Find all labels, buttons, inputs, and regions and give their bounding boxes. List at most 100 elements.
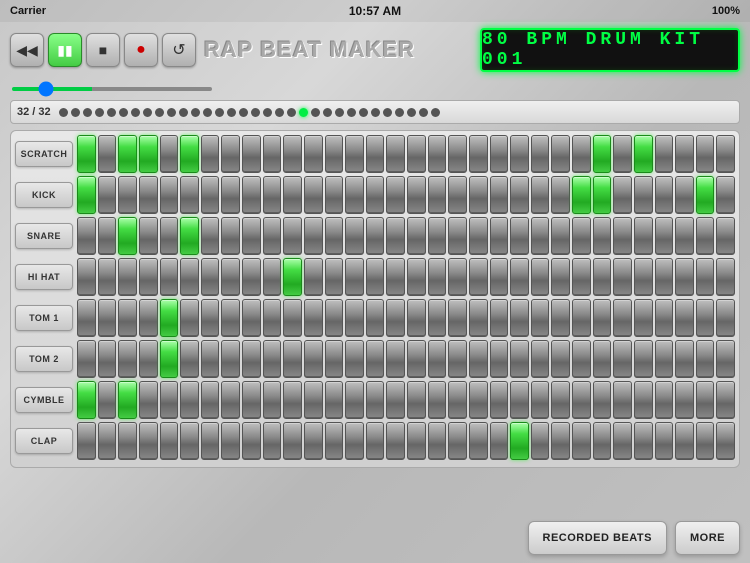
beat-cell[interactable]: [386, 422, 405, 460]
beat-cell[interactable]: [428, 258, 447, 296]
beat-cell[interactable]: [531, 176, 550, 214]
beat-cell[interactable]: [345, 340, 364, 378]
beat-cell[interactable]: [407, 299, 426, 337]
beat-dot[interactable]: [203, 108, 212, 117]
beat-cell[interactable]: [366, 381, 385, 419]
beat-cell[interactable]: [221, 135, 240, 173]
beat-cell[interactable]: [613, 340, 632, 378]
beat-cell[interactable]: [655, 135, 674, 173]
beat-cell[interactable]: [572, 381, 591, 419]
beat-cell[interactable]: [345, 381, 364, 419]
beat-cell[interactable]: [407, 422, 426, 460]
beat-cell[interactable]: [98, 176, 117, 214]
beat-cell[interactable]: [325, 258, 344, 296]
beat-cell[interactable]: [386, 217, 405, 255]
beat-cell[interactable]: [490, 258, 509, 296]
beat-cell[interactable]: [366, 258, 385, 296]
beat-cell[interactable]: [263, 340, 282, 378]
beat-cell[interactable]: [366, 135, 385, 173]
beat-cell[interactable]: [716, 422, 735, 460]
beat-cell[interactable]: [263, 176, 282, 214]
beat-cell[interactable]: [201, 381, 220, 419]
beat-cell[interactable]: [531, 381, 550, 419]
beat-cell[interactable]: [675, 381, 694, 419]
beat-cell[interactable]: [221, 176, 240, 214]
beat-cell[interactable]: [242, 381, 261, 419]
beat-cell[interactable]: [428, 422, 447, 460]
beat-cell[interactable]: [716, 176, 735, 214]
beat-cell[interactable]: [696, 258, 715, 296]
beat-cell[interactable]: [490, 135, 509, 173]
beat-cell[interactable]: [469, 217, 488, 255]
beat-dot[interactable]: [311, 108, 320, 117]
beat-cell[interactable]: [118, 340, 137, 378]
beat-cell[interactable]: [77, 135, 96, 173]
beat-cell[interactable]: [118, 217, 137, 255]
beat-cell[interactable]: [655, 340, 674, 378]
beat-cell[interactable]: [283, 299, 302, 337]
beat-cell[interactable]: [675, 299, 694, 337]
beat-cell[interactable]: [696, 381, 715, 419]
beat-cell[interactable]: [325, 135, 344, 173]
beat-cell[interactable]: [572, 217, 591, 255]
beat-cell[interactable]: [304, 135, 323, 173]
beat-dot[interactable]: [395, 108, 404, 117]
beat-cell[interactable]: [572, 176, 591, 214]
beat-cell[interactable]: [263, 299, 282, 337]
beat-cell[interactable]: [448, 217, 467, 255]
row-label[interactable]: TOM 2: [15, 346, 73, 372]
beat-cell[interactable]: [304, 217, 323, 255]
beat-cell[interactable]: [366, 176, 385, 214]
beat-cell[interactable]: [366, 217, 385, 255]
beat-cell[interactable]: [221, 258, 240, 296]
beat-cell[interactable]: [428, 299, 447, 337]
beat-cell[interactable]: [283, 422, 302, 460]
beat-cell[interactable]: [551, 135, 570, 173]
beat-cell[interactable]: [77, 299, 96, 337]
beat-cell[interactable]: [304, 340, 323, 378]
beat-cell[interactable]: [325, 340, 344, 378]
beat-cell[interactable]: [221, 340, 240, 378]
beat-cell[interactable]: [263, 381, 282, 419]
beat-cell[interactable]: [118, 258, 137, 296]
beat-cell[interactable]: [634, 299, 653, 337]
row-label[interactable]: KICK: [15, 182, 73, 208]
beat-cell[interactable]: [490, 340, 509, 378]
row-label[interactable]: SNARE: [15, 223, 73, 249]
beat-cell[interactable]: [160, 176, 179, 214]
beat-cell[interactable]: [407, 340, 426, 378]
loop-button[interactable]: ↺: [162, 33, 196, 67]
beat-cell[interactable]: [139, 217, 158, 255]
beat-cell[interactable]: [98, 135, 117, 173]
beat-cell[interactable]: [283, 258, 302, 296]
beat-cell[interactable]: [407, 217, 426, 255]
beat-cell[interactable]: [696, 176, 715, 214]
beat-cell[interactable]: [655, 299, 674, 337]
beat-cell[interactable]: [325, 422, 344, 460]
beat-cell[interactable]: [160, 422, 179, 460]
beat-cell[interactable]: [613, 422, 632, 460]
beat-cell[interactable]: [407, 176, 426, 214]
beat-cell[interactable]: [655, 381, 674, 419]
beat-cell[interactable]: [634, 258, 653, 296]
beat-cell[interactable]: [304, 422, 323, 460]
beat-cell[interactable]: [572, 135, 591, 173]
beat-cell[interactable]: [283, 340, 302, 378]
beat-cell[interactable]: [531, 299, 550, 337]
row-label[interactable]: SCRATCH: [15, 141, 73, 167]
beat-cell[interactable]: [510, 135, 529, 173]
beat-cell[interactable]: [366, 422, 385, 460]
row-label[interactable]: CLAP: [15, 428, 73, 454]
beat-cell[interactable]: [551, 422, 570, 460]
beat-cell[interactable]: [263, 258, 282, 296]
rewind-button[interactable]: ◀◀: [10, 33, 44, 67]
beat-cell[interactable]: [634, 422, 653, 460]
tempo-slider[interactable]: [12, 87, 212, 91]
beat-dot[interactable]: [227, 108, 236, 117]
beat-dot[interactable]: [107, 108, 116, 117]
beat-cell[interactable]: [386, 340, 405, 378]
beat-cell[interactable]: [325, 176, 344, 214]
beat-cell[interactable]: [160, 340, 179, 378]
beat-cell[interactable]: [304, 176, 323, 214]
beat-cell[interactable]: [531, 217, 550, 255]
